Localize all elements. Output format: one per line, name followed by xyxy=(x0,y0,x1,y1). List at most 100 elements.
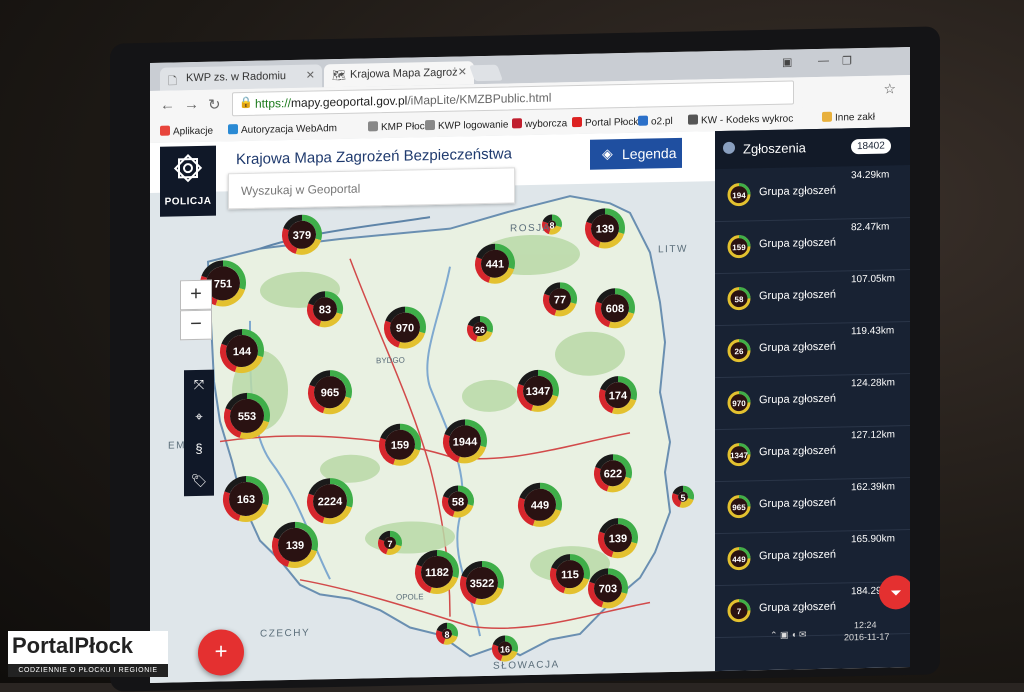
group-ring-count: 449 xyxy=(732,555,746,564)
cluster-marker[interactable]: 5 xyxy=(672,485,694,508)
group-ring-count: 159 xyxy=(732,243,746,252)
report-group-row[interactable]: 194 Grupa zgłoszeń 34.29km xyxy=(715,165,910,223)
cluster-marker[interactable]: 553 xyxy=(224,392,270,439)
back-icon[interactable]: ← xyxy=(160,96,175,113)
cluster-marker[interactable]: 163 xyxy=(223,475,269,522)
cluster-count: 1182 xyxy=(425,567,449,579)
cluster-marker[interactable]: 139 xyxy=(598,518,638,559)
panel-count-badge: 18402 xyxy=(851,138,891,155)
cluster-count: 139 xyxy=(286,540,304,552)
new-tab-button[interactable] xyxy=(469,64,503,82)
cluster-count: 622 xyxy=(604,468,622,480)
cluster-marker[interactable]: 174 xyxy=(599,376,637,415)
cluster-marker[interactable]: 144 xyxy=(220,329,264,374)
bookmark-item[interactable]: wyborcza xyxy=(512,117,567,130)
taskbar-clock: ⌃ ▣ ◖ ✉ 12:24 2016-11-17 xyxy=(770,617,910,650)
locate-icon[interactable]: ⌖ xyxy=(184,402,214,433)
cluster-marker[interactable]: 703 xyxy=(588,568,628,609)
forward-icon[interactable]: → xyxy=(184,96,199,113)
close-tab-icon[interactable]: ✕ xyxy=(306,69,315,82)
cluster-count: 5 xyxy=(680,493,685,503)
cluster-count: 115 xyxy=(561,569,579,581)
cluster-marker[interactable]: 115 xyxy=(550,554,590,595)
group-distance: 124.28km xyxy=(851,377,895,390)
legal-section-icon[interactable]: § xyxy=(184,434,214,465)
tab-kmzb[interactable]: 🗺 Krajowa Mapa Zagroż ✕ xyxy=(324,61,474,88)
report-group-row[interactable]: 965 Grupa zgłoszeń 162.39km xyxy=(715,477,910,535)
watermark-brand: PortalPłock xyxy=(12,633,134,658)
zoom-in-button[interactable]: + xyxy=(180,279,212,311)
zoom-out-button[interactable]: − xyxy=(180,309,212,341)
cluster-marker[interactable]: 159 xyxy=(379,423,421,466)
bookmark-label: o2.pl xyxy=(651,116,673,128)
group-ring-count: 194 xyxy=(732,191,746,200)
report-group-row[interactable]: 58 Grupa zgłoszeń 107.05km xyxy=(715,269,910,327)
bookmark-icon xyxy=(638,115,648,126)
cluster-marker[interactable]: 83 xyxy=(307,291,343,328)
minimize-icon[interactable]: — xyxy=(818,55,829,67)
bookmark-icon xyxy=(688,114,698,125)
bookmark-item[interactable]: Inne zakł xyxy=(822,111,875,124)
cluster-marker[interactable]: 8 xyxy=(436,622,458,645)
bookmark-item[interactable]: KMP Płock xyxy=(368,120,430,133)
tab-label: KWP zs. w Radomiu xyxy=(186,70,287,85)
group-ring-icon: 26 xyxy=(727,339,751,363)
report-group-row[interactable]: 970 Grupa zgłoszeń 124.28km xyxy=(715,373,910,431)
report-group-row[interactable]: 159 Grupa zgłoszeń 82.47km xyxy=(715,217,910,275)
report-group-row[interactable]: 449 Grupa zgłoszeń 165.90km xyxy=(715,529,910,587)
cluster-marker[interactable]: 441 xyxy=(475,243,515,284)
bookmark-icon xyxy=(160,125,170,136)
report-group-row[interactable]: 1347 Grupa zgłoszeń 127.12km xyxy=(715,425,910,483)
cluster-count: 77 xyxy=(554,294,566,306)
group-distance: 34.29km xyxy=(851,169,890,182)
cluster-marker[interactable]: 379 xyxy=(282,214,322,255)
cluster-marker[interactable]: 1944 xyxy=(443,419,487,464)
legend-button[interactable]: ◈ Legenda xyxy=(590,137,682,170)
clock-time: 12:24 xyxy=(854,619,877,631)
portal-plock-watermark: PortalPłock CODZIENNIE O PŁOCKU I REGION… xyxy=(8,631,168,677)
cluster-marker[interactable]: 1347 xyxy=(517,369,559,412)
bookmark-item[interactable]: o2.pl xyxy=(638,115,673,128)
cluster-marker[interactable]: 970 xyxy=(384,306,426,349)
fullscreen-icon[interactable]: ⤧ xyxy=(184,370,214,401)
bookmark-item[interactable]: KWP logowanie xyxy=(425,118,508,132)
cluster-marker[interactable]: 139 xyxy=(272,521,318,568)
cluster-count: 83 xyxy=(319,304,331,316)
cluster-marker[interactable]: 7 xyxy=(378,530,402,555)
cluster-marker[interactable]: 139 xyxy=(585,208,625,249)
bookmark-label: Portal Płock xyxy=(585,116,639,129)
cluster-marker[interactable]: 1182 xyxy=(415,549,459,594)
tag-icon[interactable]: 🏷 xyxy=(184,466,214,497)
cluster-marker[interactable]: 2224 xyxy=(307,478,353,525)
bookmark-star-icon[interactable]: ☆ xyxy=(883,80,896,97)
cluster-marker[interactable]: 449 xyxy=(518,482,562,527)
bookmark-item[interactable]: Autoryzacja WebAdm xyxy=(228,122,337,136)
cluster-marker[interactable]: 58 xyxy=(442,485,474,518)
bookmark-icon xyxy=(368,121,378,132)
geoportal-search-input[interactable]: Wyszukaj w Geoportal xyxy=(228,167,515,210)
bookmark-label: Autoryzacja WebAdm xyxy=(241,123,337,137)
bookmark-item[interactable]: KW - Kodeks wykroc xyxy=(688,112,793,126)
group-ring-icon: 194 xyxy=(727,183,751,207)
cluster-marker[interactable]: 622 xyxy=(594,454,632,493)
cluster-marker[interactable]: 77 xyxy=(543,282,577,317)
cluster-marker[interactable]: 965 xyxy=(308,370,352,415)
cluster-marker[interactable]: 608 xyxy=(595,288,635,329)
maximize-icon[interactable]: ❐ xyxy=(842,54,852,67)
cluster-count: 379 xyxy=(293,230,311,242)
cluster-marker[interactable]: 3522 xyxy=(460,561,504,605)
bookmark-icon xyxy=(425,119,435,131)
tab-label: Krajowa Mapa Zagroż xyxy=(350,66,458,81)
bookmark-item[interactable]: Portal Płock xyxy=(572,116,638,129)
cluster-count: 26 xyxy=(475,325,485,335)
logo-text: POLICJA xyxy=(164,195,212,208)
reload-icon[interactable]: ↻ xyxy=(208,95,221,113)
map-canvas[interactable]: 379 8 139 751 441 83 77 608 970 144 26 965 1347 174 55… xyxy=(150,131,715,683)
report-group-row[interactable]: 26 Grupa zgłoszeń 119.43km xyxy=(715,321,910,379)
tab-kwp-radom[interactable]: 🗋 KWP zs. w Radomiu ✕ xyxy=(160,64,322,91)
group-distance: 127.12km xyxy=(851,429,895,442)
close-tab-icon[interactable]: ✕ xyxy=(458,65,467,78)
filter-icon[interactable]: ⏷ xyxy=(879,574,910,610)
user-icon[interactable]: ▣ xyxy=(782,56,792,69)
bookmark-item[interactable]: Aplikacje xyxy=(160,125,213,138)
